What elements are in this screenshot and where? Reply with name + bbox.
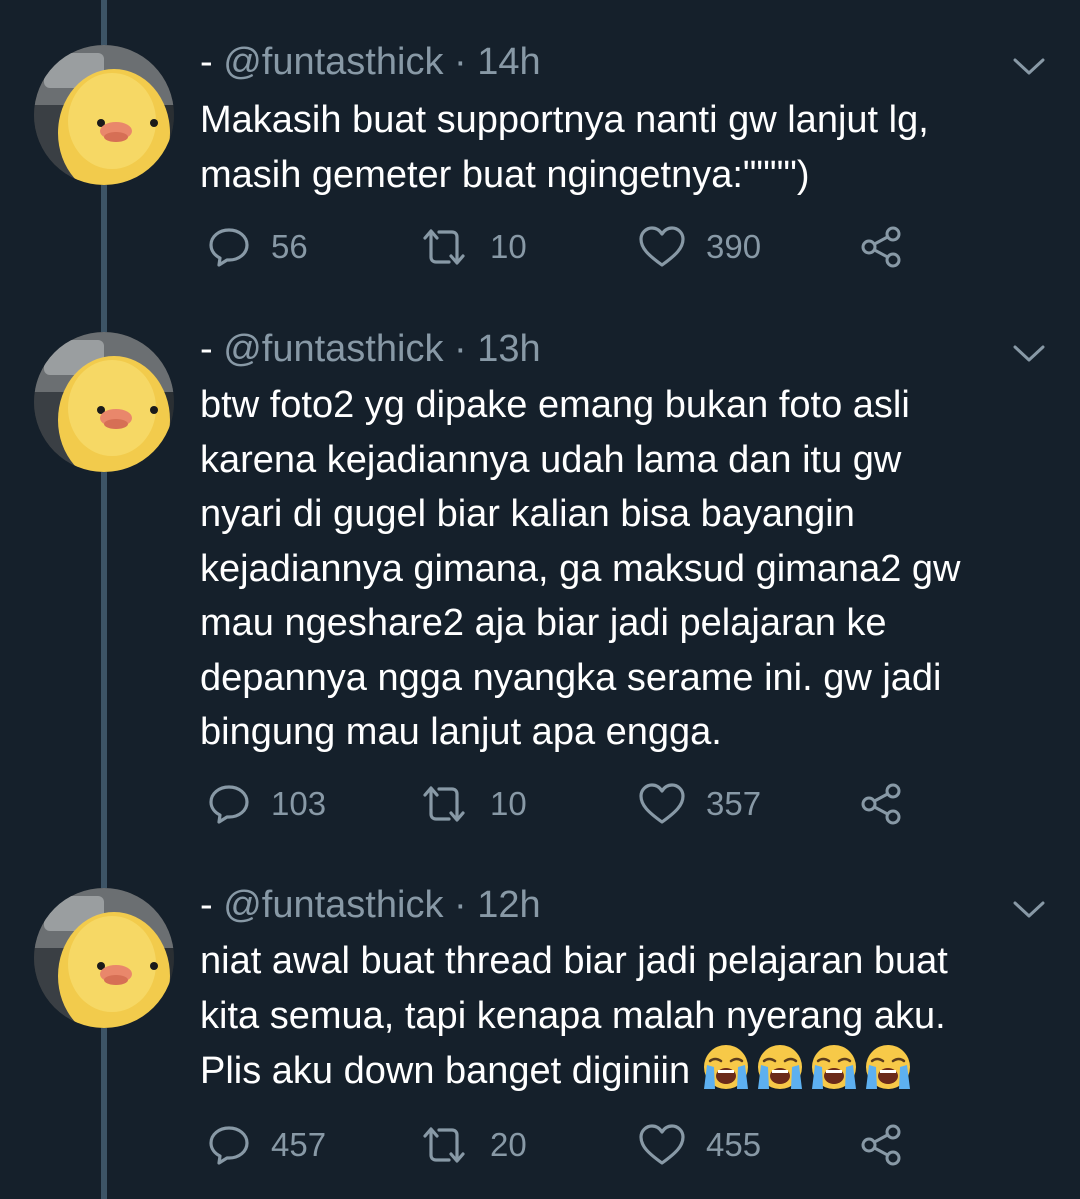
- tweet-text-line: Makasih buat supportnya nanti gw lanjut …: [200, 99, 929, 141]
- share-button[interactable]: [859, 779, 903, 829]
- handle[interactable]: @funtasthick: [223, 884, 443, 926]
- handle[interactable]: @funtasthick: [223, 328, 443, 370]
- tweet-text-line: nyari di gugel biar kalian bisa bayangin: [200, 493, 855, 535]
- share-icon: [859, 1123, 903, 1167]
- tweet-text-line: depannya ngga nyangka serame ini. gw jad…: [200, 656, 942, 699]
- retweet-button[interactable]: 10: [418, 222, 527, 272]
- avatar[interactable]: [34, 888, 174, 1028]
- like-button[interactable]: 390: [638, 222, 761, 272]
- retweet-button[interactable]: 20: [418, 1120, 527, 1170]
- handle[interactable]: @funtasthick: [223, 41, 443, 83]
- heart-icon: [638, 225, 686, 269]
- share-icon: [859, 782, 903, 826]
- loudly-crying-face-icon: [809, 1043, 859, 1091]
- reply-count: 103: [271, 785, 327, 822]
- retweet-icon: [418, 782, 470, 826]
- avatar[interactable]: [34, 45, 174, 185]
- tweet-text-line: kejadiannya gimana, ga maksud gimana2 gw: [200, 547, 961, 590]
- loudly-crying-face-icon: [701, 1043, 751, 1091]
- tweet-text: Makasih buat supportnya nanti gw lanjut …: [200, 93, 1050, 202]
- tweet-actions: 56 10 390: [0, 222, 1080, 272]
- retweet-icon: [418, 1123, 470, 1167]
- reply-count: 457: [271, 1126, 327, 1163]
- tweet-text-line: btw foto2 yg dipake emang bukan foto asl…: [200, 384, 910, 426]
- reply-button[interactable]: 103: [207, 779, 326, 829]
- tweet-text-line: mau ngeshare2 aja biar jadi pelajaran ke: [200, 602, 887, 644]
- share-button[interactable]: [859, 1120, 903, 1170]
- like-button[interactable]: 455: [638, 1120, 761, 1170]
- avatar[interactable]: [34, 332, 174, 472]
- retweet-icon: [418, 225, 470, 269]
- display-name[interactable]: -: [200, 328, 213, 370]
- retweet-count: 10: [490, 228, 527, 265]
- timestamp[interactable]: 14h: [477, 41, 540, 83]
- separator: ·: [454, 884, 467, 926]
- tweet-text-segment: Plis aku down banget diginiin: [200, 1050, 691, 1092]
- tweet-text-line: kita semua, tapi kenapa malah nyerang ak…: [200, 994, 946, 1037]
- chevron-down-icon[interactable]: [1012, 56, 1046, 78]
- reply-icon: [207, 782, 251, 826]
- loudly-crying-face-icon: [863, 1043, 913, 1091]
- tweet-actions: 103 10 357: [0, 779, 1080, 829]
- share-icon: [859, 225, 903, 269]
- display-name[interactable]: -: [200, 41, 213, 83]
- tweet-text-line: karena kejadiannya udah lama dan itu gw: [200, 438, 902, 481]
- reply-button[interactable]: 56: [207, 222, 308, 272]
- tweet-header: - @funtasthick · 13h: [200, 327, 541, 371]
- tweet-text: niat awal buat thread biar jadi pelajara…: [200, 934, 1050, 1099]
- like-count: 455: [706, 1126, 762, 1163]
- reply-count: 56: [271, 228, 308, 265]
- like-count: 357: [706, 785, 762, 822]
- loudly-crying-face-icon: [755, 1043, 805, 1091]
- reply-icon: [207, 1123, 251, 1167]
- chevron-down-icon[interactable]: [1012, 899, 1046, 921]
- tweet-header: - @funtasthick · 14h: [200, 40, 541, 84]
- share-button[interactable]: [859, 222, 903, 272]
- heart-icon: [638, 782, 686, 826]
- display-name[interactable]: -: [200, 884, 213, 926]
- tweet-text-line: masih gemeter buat ngingetnya:""""): [200, 153, 810, 196]
- tweet-actions: 457 20 455: [0, 1120, 1080, 1170]
- retweet-count: 10: [490, 785, 527, 822]
- separator: ·: [454, 41, 467, 83]
- tweet-text-line: bingung mau lanjut apa engga.: [200, 711, 722, 753]
- like-count: 390: [706, 228, 762, 265]
- timestamp[interactable]: 12h: [477, 884, 540, 926]
- separator: ·: [454, 328, 467, 370]
- timestamp[interactable]: 13h: [477, 328, 540, 370]
- tweet-text-line-with-emoji: Plis aku down banget diginiin: [200, 1043, 1050, 1099]
- like-button[interactable]: 357: [638, 779, 761, 829]
- retweet-count: 20: [490, 1126, 527, 1163]
- reply-icon: [207, 225, 251, 269]
- chevron-down-icon[interactable]: [1012, 343, 1046, 365]
- reply-button[interactable]: 457: [207, 1120, 326, 1170]
- tweet-header: - @funtasthick · 12h: [200, 883, 541, 927]
- tweet-text-line: niat awal buat thread biar jadi pelajara…: [200, 940, 948, 982]
- retweet-button[interactable]: 10: [418, 779, 527, 829]
- heart-icon: [638, 1123, 686, 1167]
- tweet-text: btw foto2 yg dipake emang bukan foto asl…: [200, 378, 1050, 760]
